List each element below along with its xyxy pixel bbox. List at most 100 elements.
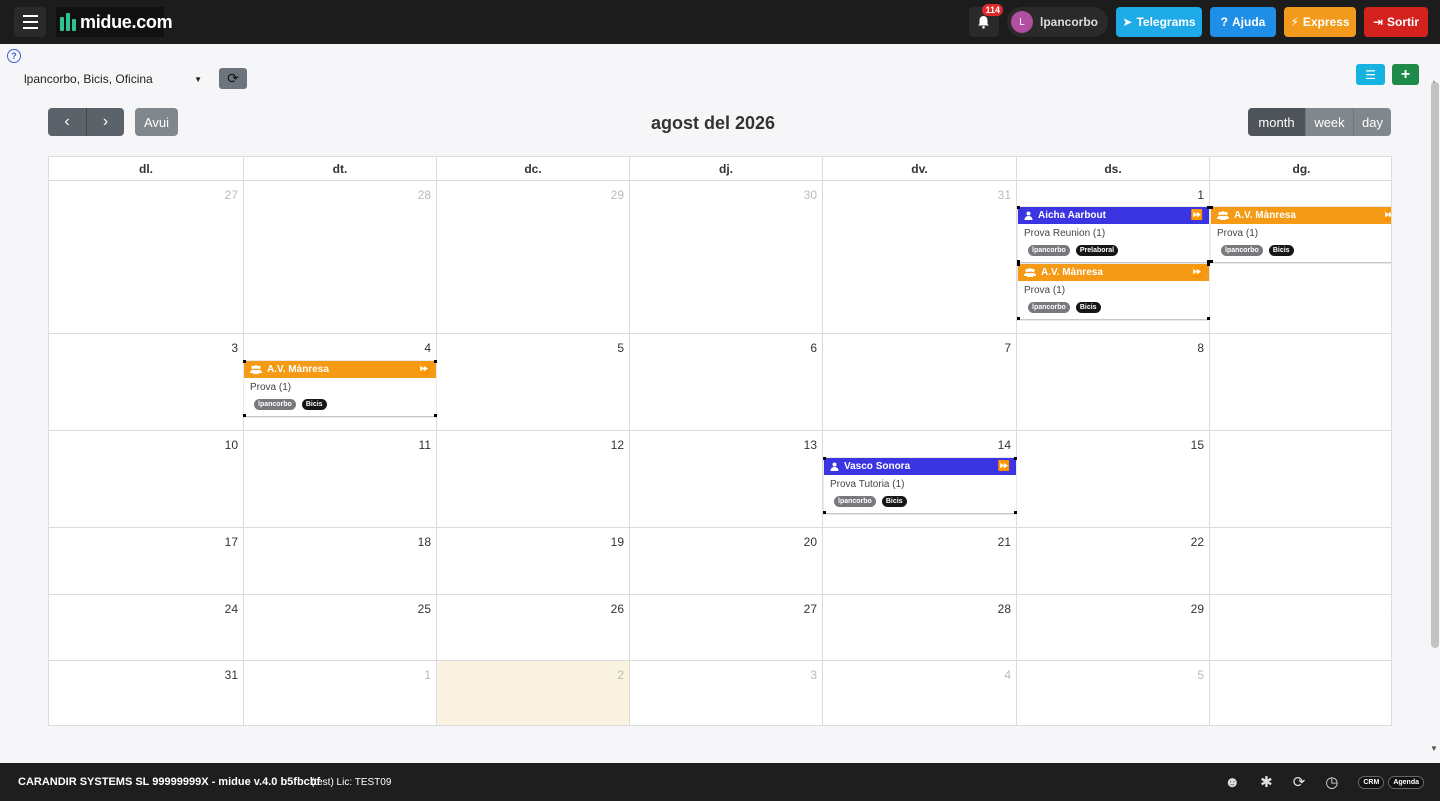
fast-forward-icon[interactable]: ⏩ bbox=[998, 461, 1010, 472]
day-cell[interactable]: 28 bbox=[243, 181, 436, 333]
day-number[interactable]: 31 bbox=[225, 668, 238, 682]
day-number[interactable]: 31 bbox=[998, 188, 1011, 202]
day-number[interactable]: 19 bbox=[611, 535, 624, 549]
day-number[interactable]: 4 bbox=[1004, 668, 1011, 682]
day-number[interactable]: 11 bbox=[419, 438, 431, 452]
day-number[interactable]: 20 bbox=[804, 535, 817, 549]
day-number[interactable]: 8 bbox=[1197, 341, 1204, 355]
event-resize-handle[interactable] bbox=[1017, 263, 1020, 266]
day-number[interactable]: 1 bbox=[424, 668, 431, 682]
day-number[interactable]: 15 bbox=[1191, 438, 1204, 452]
day-cell[interactable]: 24 bbox=[49, 595, 243, 660]
day-cell[interactable]: 1 bbox=[1209, 431, 1391, 527]
express-button[interactable]: ⚡ Express bbox=[1284, 7, 1356, 37]
day-cell[interactable]: 12 bbox=[436, 431, 629, 527]
day-number[interactable]: 10 bbox=[225, 438, 238, 452]
day-cell[interactable]: 2 bbox=[436, 661, 629, 725]
event-resize-handle[interactable] bbox=[1017, 317, 1020, 320]
page-help-icon[interactable]: ? bbox=[7, 49, 21, 63]
day-cell[interactable]: 27 bbox=[49, 181, 243, 333]
day-cell[interactable]: 29 bbox=[436, 181, 629, 333]
day-number[interactable]: 2 bbox=[1390, 535, 1391, 549]
day-cell[interactable]: 11 bbox=[243, 431, 436, 527]
day-cell[interactable]: 27 bbox=[629, 595, 822, 660]
day-cell[interactable]: 29 bbox=[1016, 595, 1209, 660]
robot-icon[interactable]: ☻ bbox=[1224, 774, 1240, 791]
event-resize-handle[interactable] bbox=[1210, 206, 1213, 209]
day-number[interactable]: 5 bbox=[617, 341, 624, 355]
day-number[interactable]: 4 bbox=[424, 341, 431, 355]
day-number[interactable]: 2 bbox=[617, 668, 624, 682]
agenda-badge[interactable]: Agenda bbox=[1388, 775, 1424, 789]
day-cell[interactable] bbox=[1209, 334, 1391, 430]
fast-forward-icon[interactable]: ⏩ bbox=[1191, 210, 1203, 221]
day-number[interactable]: 14 bbox=[998, 438, 1011, 452]
scrollbar-thumb[interactable] bbox=[1431, 82, 1439, 648]
event-resize-handle[interactable] bbox=[1207, 263, 1210, 266]
event-header[interactable]: A.V. Mànresa ⏩ bbox=[1018, 264, 1209, 281]
day-number[interactable]: 1 bbox=[1197, 188, 1204, 202]
day-cell[interactable]: 15 bbox=[1016, 431, 1209, 527]
day-cell[interactable]: 4 bbox=[822, 661, 1016, 725]
calendar-event[interactable]: A.V. Mànresa ⏩ Prova (1) lpancorbo Bicis bbox=[1210, 206, 1391, 263]
sync-icon[interactable]: ⟳ bbox=[1293, 773, 1306, 791]
week-view-button[interactable]: week bbox=[1305, 108, 1353, 136]
day-cell[interactable]: 10 bbox=[49, 431, 243, 527]
day-cell[interactable]: 5 bbox=[436, 334, 629, 430]
day-cell[interactable]: 3 bbox=[1209, 595, 1391, 660]
add-event-button[interactable]: + bbox=[1392, 64, 1419, 85]
fast-forward-icon[interactable]: ⏩ bbox=[1191, 267, 1203, 278]
event-resize-handle[interactable] bbox=[1210, 260, 1213, 263]
day-number[interactable]: 25 bbox=[418, 602, 431, 616]
day-cell[interactable]: 6 bbox=[629, 334, 822, 430]
event-resize-handle[interactable] bbox=[434, 360, 437, 363]
day-number[interactable]: 21 bbox=[998, 535, 1011, 549]
event-header[interactable]: Vasco Sonora ⏩ bbox=[824, 458, 1016, 475]
app-logo[interactable]: midue.com bbox=[56, 7, 173, 37]
day-cell[interactable]: 20 bbox=[629, 528, 822, 594]
event-resize-handle[interactable] bbox=[243, 414, 246, 417]
day-number[interactable]: 27 bbox=[804, 602, 817, 616]
day-cell[interactable]: 19 bbox=[436, 528, 629, 594]
day-number[interactable]: 3 bbox=[231, 341, 238, 355]
day-number[interactable]: 26 bbox=[611, 602, 624, 616]
day-cell[interactable]: 13 bbox=[629, 431, 822, 527]
event-resize-handle[interactable] bbox=[1017, 206, 1020, 209]
calendar-event[interactable]: Vasco Sonora ⏩ Prova Tutoria (1) lpancorbo B… bbox=[823, 457, 1017, 514]
menu-toggle-button[interactable] bbox=[14, 7, 46, 37]
bug-icon[interactable]: ✱ bbox=[1260, 773, 1273, 791]
event-header[interactable]: Aicha Aarbout ⏩ bbox=[1018, 207, 1209, 224]
day-cell[interactable]: 7 bbox=[822, 334, 1016, 430]
day-number[interactable]: 7 bbox=[1004, 341, 1011, 355]
logout-button[interactable]: ⇥ Sortir bbox=[1364, 7, 1428, 37]
fast-forward-icon[interactable]: ⏩ bbox=[418, 364, 430, 375]
event-resize-handle[interactable] bbox=[1207, 317, 1210, 320]
calendar-event[interactable]: A.V. Mànresa ⏩ Prova (1) lpancorbo Bicis bbox=[1017, 263, 1210, 320]
day-number[interactable]: 27 bbox=[225, 188, 238, 202]
event-header[interactable]: A.V. Mànresa ⏩ bbox=[244, 361, 436, 378]
event-resize-handle[interactable] bbox=[823, 457, 826, 460]
day-cell[interactable]: 30 bbox=[629, 181, 822, 333]
day-number[interactable]: 29 bbox=[611, 188, 624, 202]
day-number[interactable]: 28 bbox=[418, 188, 431, 202]
day-cell[interactable]: 1 bbox=[243, 661, 436, 725]
day-number[interactable]: 24 bbox=[225, 602, 238, 616]
day-number[interactable]: 13 bbox=[804, 438, 817, 452]
notifications-button[interactable]: 114 bbox=[968, 4, 1003, 37]
day-cell[interactable]: 17 bbox=[49, 528, 243, 594]
day-cell[interactable]: 18 bbox=[243, 528, 436, 594]
day-number[interactable]: 30 bbox=[804, 188, 817, 202]
day-cell[interactable]: 31 bbox=[822, 181, 1016, 333]
day-number[interactable]: 5 bbox=[1197, 668, 1204, 682]
clock-icon[interactable]: ◷ bbox=[1325, 773, 1338, 791]
month-view-button[interactable]: month bbox=[1248, 108, 1305, 136]
day-number[interactable]: 17 bbox=[225, 535, 238, 549]
help-button[interactable]: ? Ajuda bbox=[1210, 7, 1276, 37]
day-number[interactable]: 6 bbox=[810, 341, 817, 355]
day-number[interactable]: 1 bbox=[1390, 438, 1391, 452]
day-number[interactable]: 3 bbox=[1390, 602, 1391, 616]
day-cell[interactable]: 8 bbox=[1016, 334, 1209, 430]
event-resize-handle[interactable] bbox=[243, 360, 246, 363]
event-resize-handle[interactable] bbox=[1014, 511, 1017, 514]
day-number[interactable]: 3 bbox=[810, 668, 817, 682]
